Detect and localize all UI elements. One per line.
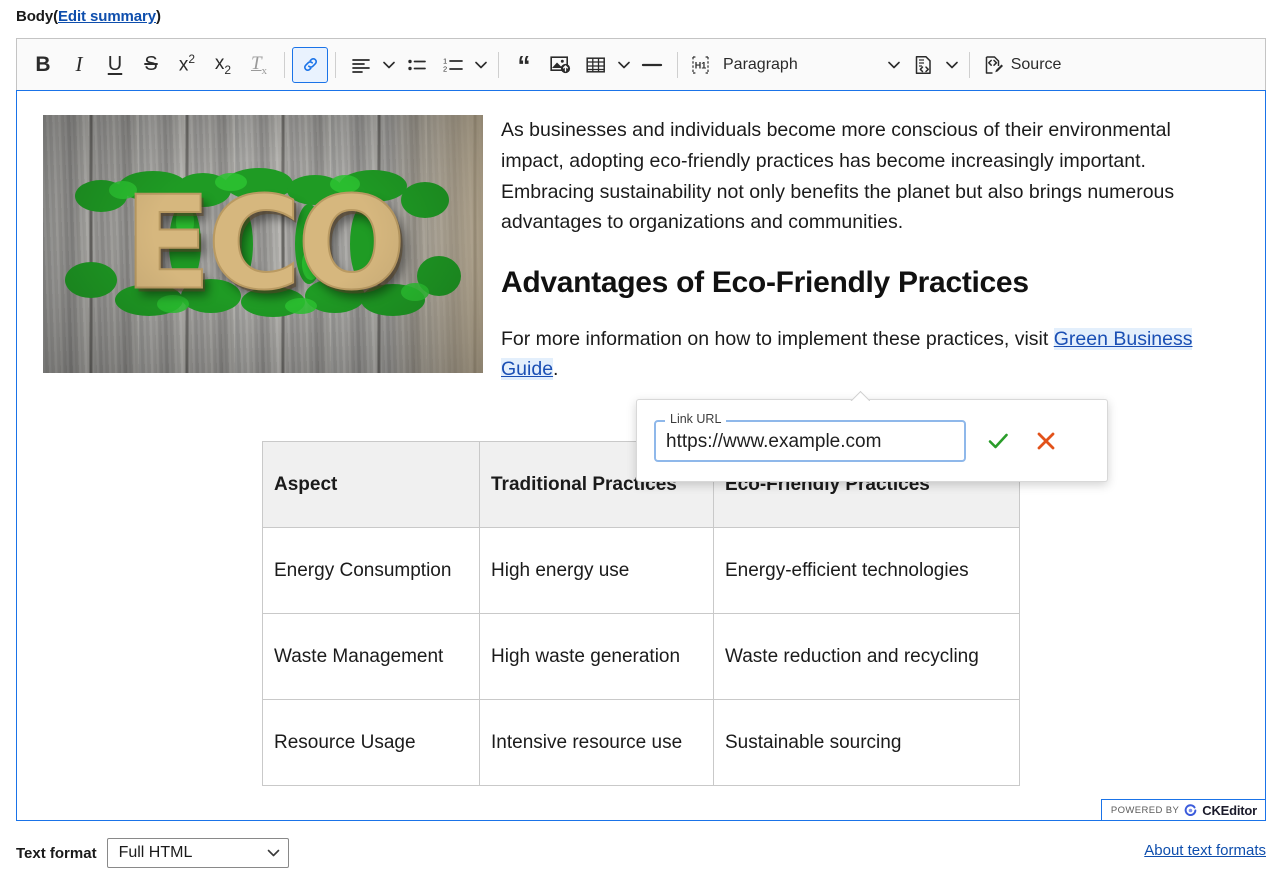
chevron-down-icon [618, 61, 630, 68]
ckeditor-logo-icon [1184, 803, 1197, 816]
paren-close: ) [156, 8, 161, 25]
numbered-list-icon: 1 2 [443, 56, 463, 73]
code-block-icon [915, 55, 931, 74]
insert-image-button[interactable] [542, 47, 578, 83]
toolbar-separator-2 [335, 51, 336, 78]
numbered-list-button[interactable]: 1 2 [435, 47, 471, 83]
source-label: Source [1010, 55, 1062, 73]
more-info-text-after: . [553, 358, 559, 381]
bulleted-list-icon [408, 59, 426, 70]
subscript-icon: x2 [214, 52, 232, 77]
heading-button[interactable]: H1 [685, 47, 715, 83]
text-format-selected-value: Full HTML [118, 844, 193, 861]
bold-button[interactable]: B [25, 47, 61, 83]
italic-button[interactable]: I [61, 47, 97, 83]
code-block-button[interactable] [906, 47, 942, 83]
chevron-down-icon [267, 849, 279, 857]
table-cell[interactable]: Energy-efficient technologies [713, 527, 1020, 615]
remove-format-button[interactable]: Tx [241, 47, 277, 83]
numbered-list-dropdown-arrow[interactable] [471, 47, 491, 83]
superscript-icon: x2 [178, 52, 196, 76]
underline-icon: U [107, 53, 123, 75]
edit-summary-link[interactable]: Edit summary [58, 8, 156, 25]
italic-icon: I [75, 52, 83, 76]
checkmark-icon [988, 433, 1008, 448]
editor-toolbar: B I U S x2 x2 Tx 1 2 “ H1 Paragraph Sour… [16, 38, 1266, 90]
text-format-row: Text format Full HTML [16, 838, 289, 868]
ckeditor-product-name: CKEditor [1202, 802, 1257, 818]
image-vignette [43, 115, 483, 373]
body-label-text: Body [16, 8, 54, 25]
superscript-button[interactable]: x2 [169, 47, 205, 83]
table-row: Energy Consumption High energy use Energ… [262, 527, 1020, 615]
text-format-select[interactable]: Full HTML [106, 838, 289, 868]
powered-by-ckeditor-badge[interactable]: POWERED BY CKEditor [1100, 799, 1265, 820]
insert-table-button[interactable] [578, 47, 614, 83]
toolbar-separator-4 [677, 51, 678, 78]
chevron-down-icon [475, 61, 487, 68]
link-url-legend: Link URL [665, 412, 727, 425]
link-icon [303, 58, 317, 71]
heading-style-dropdown[interactable]: H1 Paragraph [685, 47, 906, 83]
table-cell[interactable]: Intensive resource use [479, 699, 714, 787]
table-cell[interactable]: Waste Management [262, 613, 480, 701]
table-cell[interactable]: Energy Consumption [262, 527, 480, 615]
powered-by-text: POWERED BY [1110, 804, 1180, 816]
chevron-down-icon [945, 61, 958, 68]
more-info-text-before: For more information on how to implement… [501, 327, 1054, 350]
table-header-cell[interactable]: Aspect [262, 441, 480, 529]
code-block-dropdown-arrow[interactable] [942, 47, 962, 83]
subscript-button[interactable]: x2 [205, 47, 241, 83]
toolbar-separator-1 [284, 51, 285, 78]
horizontal-line-button[interactable] [634, 47, 670, 83]
table-icon [586, 56, 605, 73]
body-field-label: Body(Edit summary) [16, 8, 161, 25]
underline-button[interactable]: U [97, 47, 133, 83]
link-url-input[interactable] [666, 431, 954, 453]
svg-text:H1: H1 [694, 60, 706, 70]
link-button[interactable] [292, 46, 328, 83]
chevron-down-icon [383, 61, 395, 68]
quote-icon: “ [517, 49, 531, 80]
bold-icon: B [35, 52, 51, 76]
image-upload-icon [549, 56, 570, 74]
table-row: Resource Usage Intensive resource use Su… [262, 699, 1020, 787]
balloon-pointer-arrow [850, 390, 870, 401]
comparison-table[interactable]: Aspect Traditional Practices Eco-Friendl… [262, 441, 1020, 787]
chevron-down-icon [887, 61, 900, 68]
toolbar-separator-5 [968, 51, 970, 78]
source-button[interactable]: Source [977, 47, 1068, 83]
table-cell[interactable]: Waste reduction and recycling [713, 613, 1020, 701]
source-editing-icon [985, 55, 1003, 74]
block-quote-button[interactable]: “ [506, 47, 542, 83]
cancel-link-button[interactable] [1028, 423, 1064, 459]
alignment-dropdown-arrow[interactable] [379, 47, 399, 83]
remove-format-icon: Tx [250, 52, 268, 77]
text-format-label: Text format [16, 844, 97, 862]
align-left-icon [352, 58, 370, 73]
table-cell[interactable]: High energy use [479, 527, 714, 615]
strikethrough-button[interactable]: S [133, 47, 169, 83]
table-cell[interactable]: Sustainable sourcing [713, 699, 1020, 787]
strikethrough-icon: S [144, 53, 158, 75]
table-cell[interactable]: Resource Usage [262, 699, 480, 787]
heading-dropdown-arrow[interactable] [884, 47, 904, 83]
alignment-button[interactable] [343, 47, 379, 83]
table-row: Waste Management High waste generation W… [262, 613, 1020, 701]
table-cell[interactable]: High waste generation [479, 613, 714, 701]
horizontal-rule-icon [641, 63, 663, 66]
table-dropdown-arrow[interactable] [614, 47, 634, 83]
about-text-formats-link[interactable]: About text formats [1144, 842, 1266, 859]
bulleted-list-button[interactable] [399, 47, 435, 83]
link-url-balloon: Link URL [636, 399, 1108, 482]
eco-image[interactable]: ECO [43, 115, 483, 373]
svg-text:2: 2 [443, 64, 447, 73]
h1-icon: H1 [691, 55, 709, 74]
toolbar-separator-3 [498, 51, 499, 78]
save-link-button[interactable] [980, 423, 1016, 459]
link-url-field[interactable]: Link URL [654, 412, 966, 462]
close-icon [1037, 432, 1055, 449]
paragraph-style-label: Paragraph [723, 55, 798, 73]
